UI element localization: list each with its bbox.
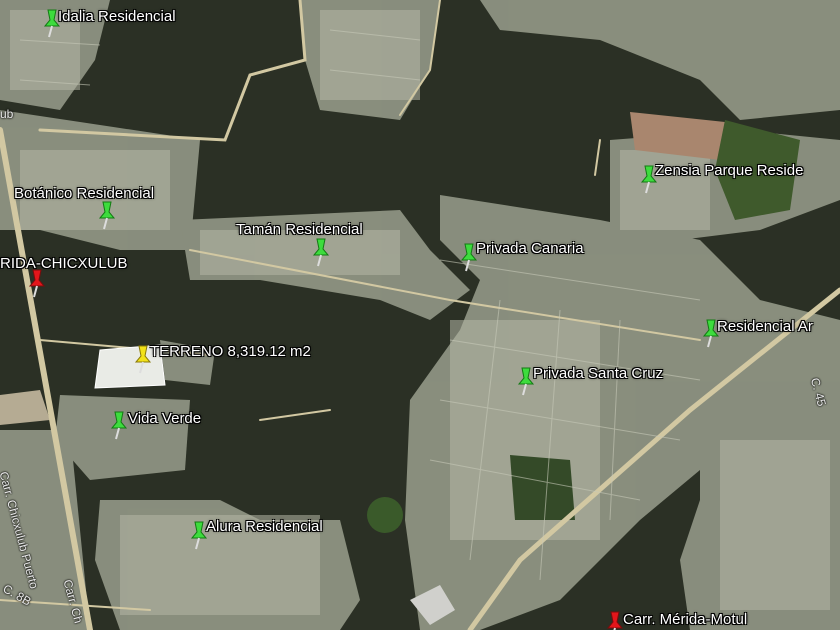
zensia-label: Zensia Parque Reside <box>655 162 804 179</box>
terreno-label: TERRENO 8,319.12 m2 <box>150 343 311 360</box>
taman-pin-icon[interactable] <box>310 237 332 267</box>
chicxulub-pin-icon[interactable] <box>26 268 48 298</box>
satellite-imagery <box>0 0 840 630</box>
idalia-label: Idalia Residencial <box>58 8 176 25</box>
botanico-label: Botánico Residencial <box>14 185 155 202</box>
motul-label: Carr. Mérida-Motul <box>623 611 748 628</box>
vida-verde-pin-icon[interactable] <box>108 410 130 440</box>
satellite-map[interactable]: Idalia Residencial Botánico Residencial … <box>0 0 840 630</box>
residencial-a-label: Residencial Ar <box>717 318 813 335</box>
canaria-label: Privada Canaria <box>476 240 584 257</box>
vida-verde-label: Vida Verde <box>128 410 202 427</box>
road-label-ub: ub <box>0 107 14 121</box>
chicxulub-label: RIDA-CHICXULUB <box>0 255 128 272</box>
taman-label: Tamán Residencial <box>236 221 363 238</box>
alura-label: Alura Residencial <box>206 518 323 535</box>
santa-cruz-label: Privada Santa Cruz <box>533 365 664 382</box>
botanico-pin-icon[interactable] <box>96 200 118 230</box>
